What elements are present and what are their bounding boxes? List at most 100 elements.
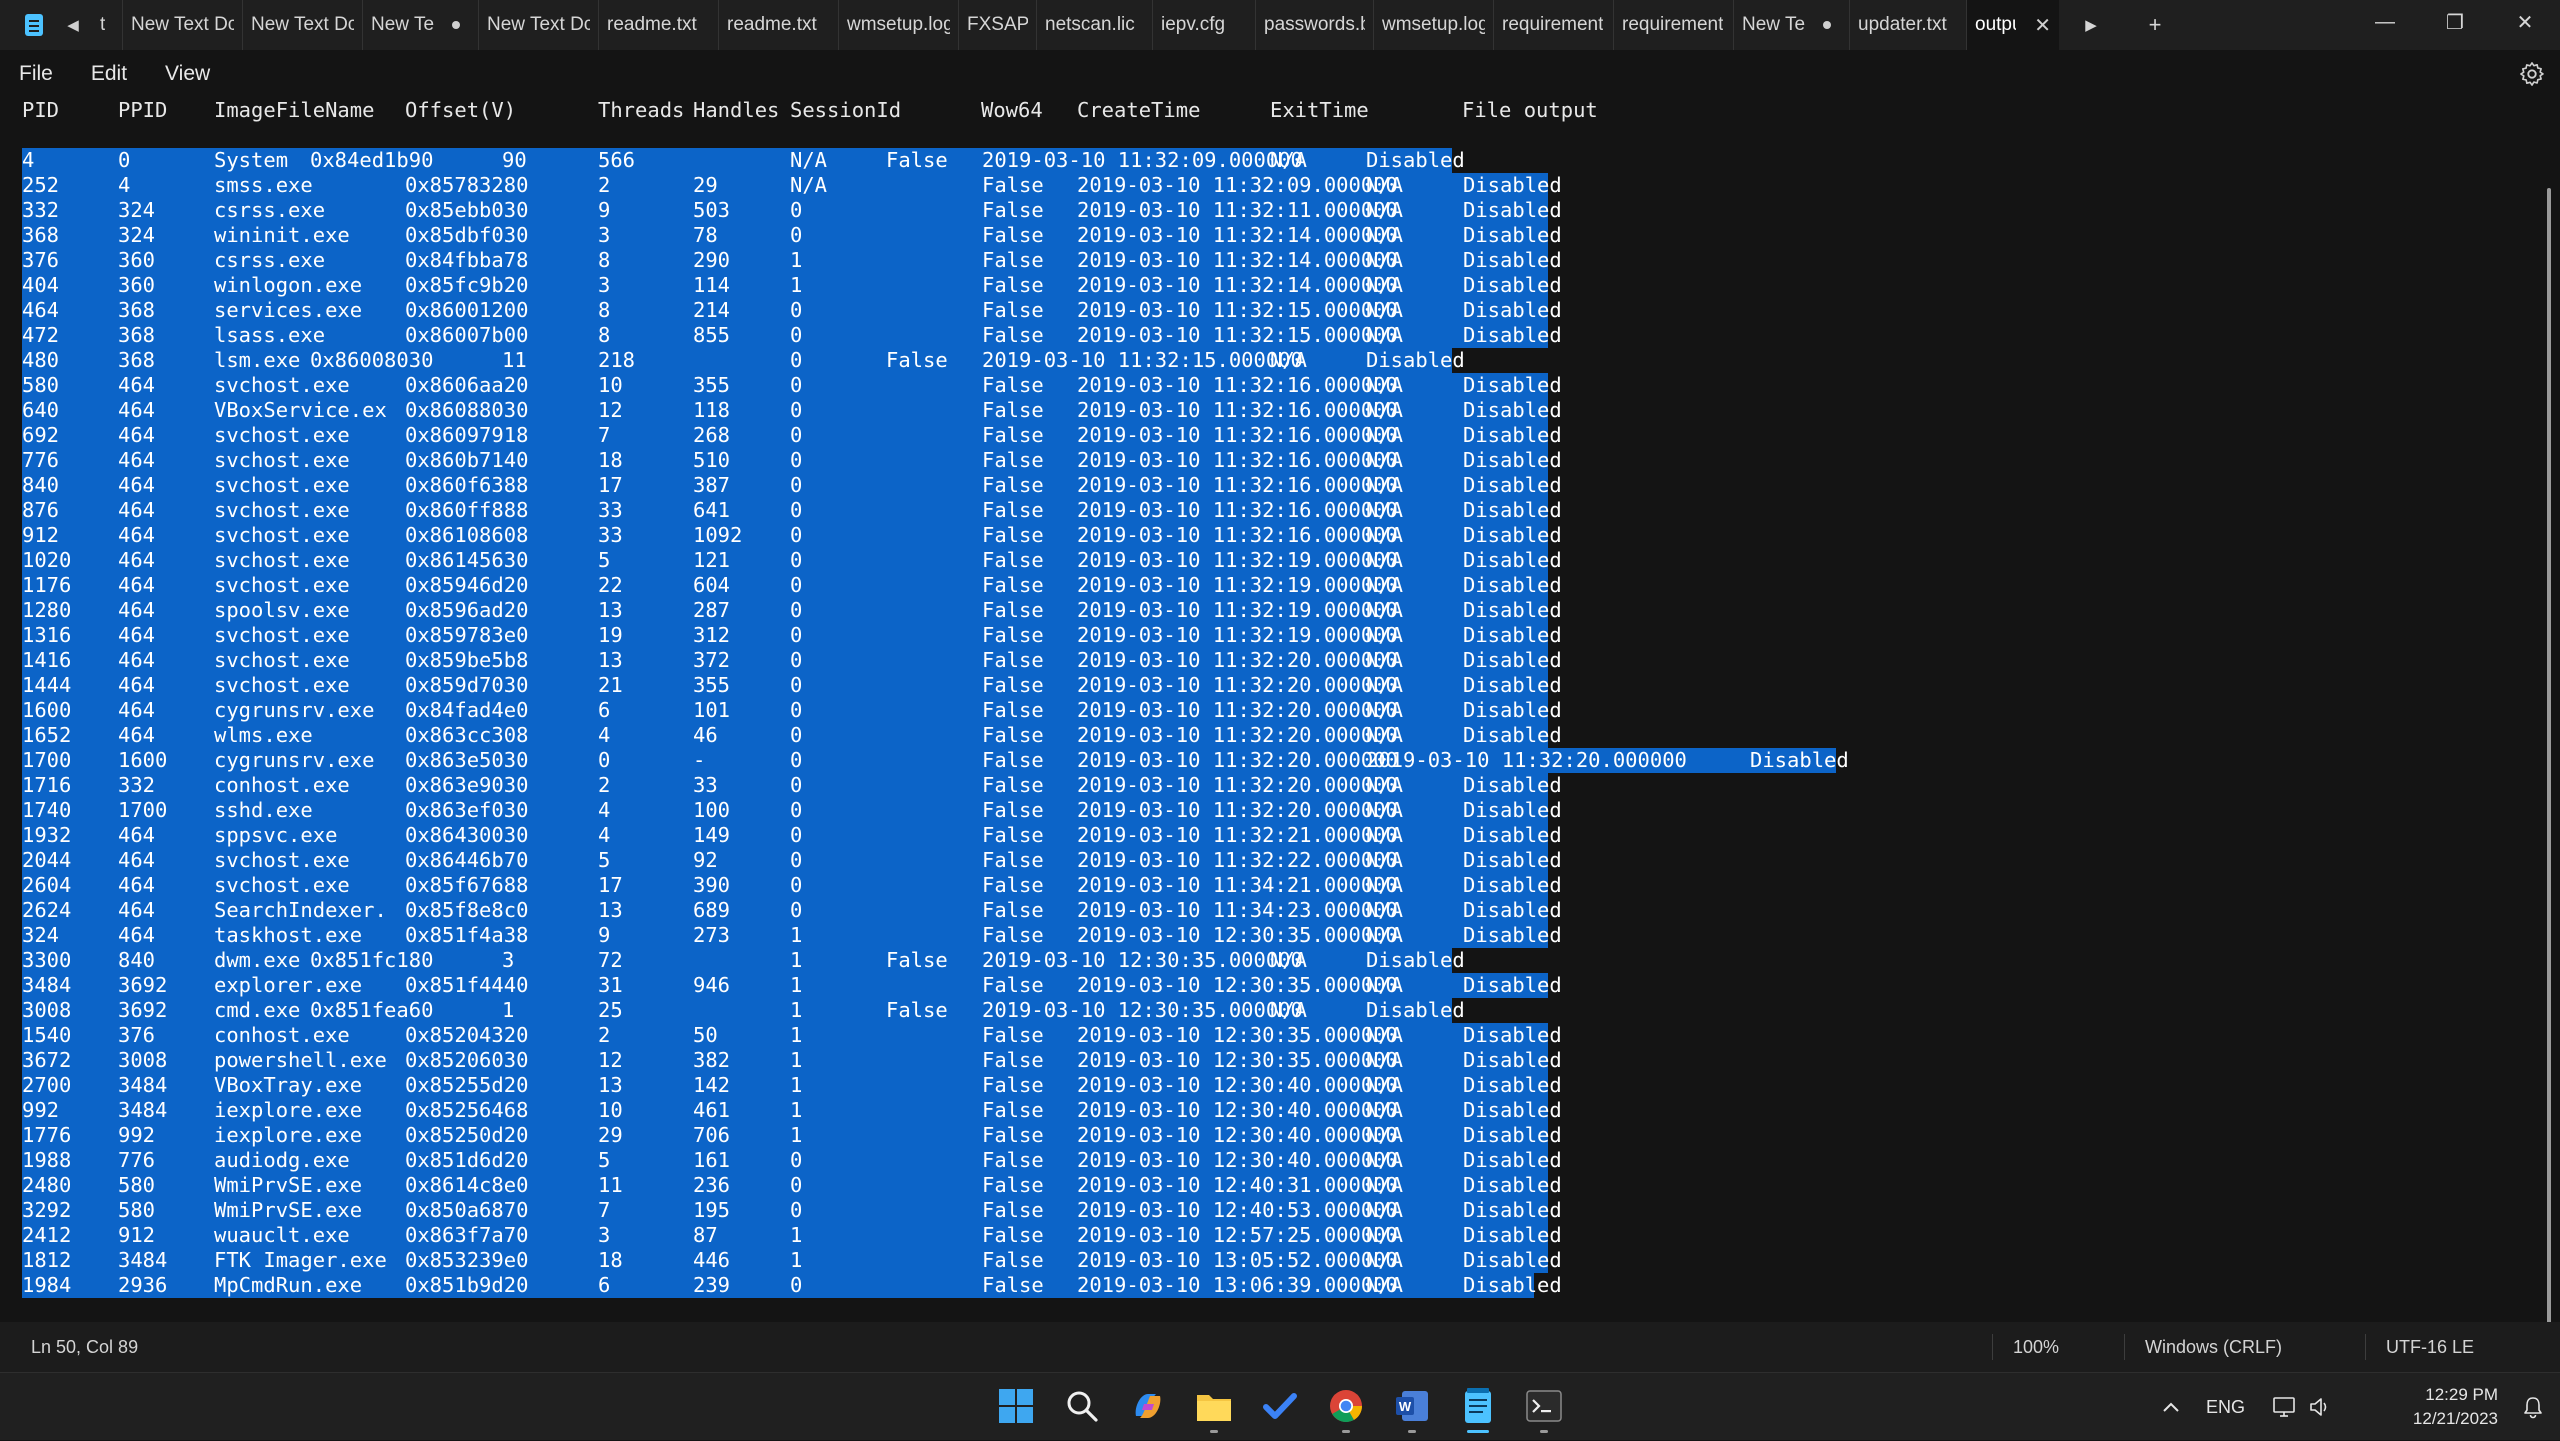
cell-session: 0 (790, 323, 803, 347)
tab[interactable]: wmsetup.log (1374, 0, 1494, 50)
cell-exit: N/A (1366, 1023, 1404, 1047)
cell-offset: 0x860ff888 (405, 498, 529, 522)
tab[interactable]: New Text Dc (123, 0, 243, 50)
cell-threads: 31 (598, 973, 623, 997)
new-tab-button[interactable]: + (2123, 12, 2187, 38)
cell-image: conhost.exe (214, 773, 350, 797)
language-indicator[interactable]: ENG (2206, 1373, 2245, 1441)
cell-wow64: False (982, 1123, 1044, 1147)
chrome-icon[interactable] (1325, 1385, 1367, 1433)
cell-handles: 287 (693, 598, 731, 622)
tab[interactable]: netscan.lic (1037, 0, 1153, 50)
cell-ppid: 3008 (118, 1048, 168, 1072)
cell-session: 0 (790, 848, 803, 872)
minimize-button[interactable]: — (2350, 0, 2420, 44)
cell-pid: 1416 (22, 648, 72, 672)
cell-ppid: 368 (118, 298, 156, 322)
vertical-scrollbar[interactable] (2538, 98, 2560, 1388)
cell-ppid: 464 (118, 898, 156, 922)
close-window-button[interactable]: ✕ (2490, 0, 2560, 44)
cell-threads: 12 (598, 1048, 623, 1072)
cell-wow64: False (982, 848, 1044, 872)
cell-threads: 8 (598, 323, 611, 347)
tab[interactable]: updater.txt (1850, 0, 1967, 50)
cell-ppid: 464 (118, 448, 156, 472)
cell-ppid: 464 (118, 473, 156, 497)
cell-wow64: False (982, 423, 1044, 447)
menu-edit[interactable]: Edit (72, 62, 146, 86)
cell-pid: 332 (22, 198, 60, 222)
zoom-level[interactable]: 100% (2013, 1322, 2059, 1372)
menu-view[interactable]: View (146, 62, 229, 86)
tab[interactable]: t (92, 0, 123, 50)
search-icon[interactable] (1061, 1385, 1103, 1427)
tab[interactable]: New Text Dc (479, 0, 599, 50)
cell-create: 2019-03-10 11:32:14.000000 (1077, 248, 1398, 272)
cell-image: iexplore.exe (214, 1098, 363, 1122)
tab[interactable]: New Te (363, 0, 479, 50)
cell-offset: 0x85946d20 (405, 573, 529, 597)
cell-ppid: 580 (118, 1173, 156, 1197)
settings-gear-icon[interactable] (2518, 60, 2546, 88)
terminal-icon[interactable] (1523, 1385, 1565, 1433)
cell-file: Disabled (1463, 248, 1562, 272)
cell-create: 2019-03-10 11:32:22.000000 (1077, 848, 1398, 872)
volume-icon[interactable] (2308, 1373, 2332, 1441)
tab[interactable]: New Text Dc (243, 0, 363, 50)
maximize-button[interactable]: ❐ (2420, 0, 2490, 44)
text-editor[interactable]: PID PPID ImageFileName Offset(V) Threads… (0, 98, 2538, 1304)
text-line: 3672 3008 powershell.exe 0x85206030 12 382 1 Fa… (0, 1048, 2538, 1073)
cell-image: audiodg.exe (214, 1148, 350, 1172)
text-line: 4 0 System 0x84ed1b90 90 566 N/A False 2019-03-1… (0, 148, 2538, 173)
tab[interactable]: requirement (1494, 0, 1614, 50)
notification-bell-icon[interactable] (2522, 1373, 2544, 1441)
windows-start-icon[interactable] (995, 1385, 1037, 1427)
line-ending[interactable]: Windows (CRLF) (2145, 1322, 2282, 1372)
todo-icon[interactable] (1259, 1385, 1301, 1427)
tab[interactable]: iepv.cfg (1153, 0, 1256, 50)
cell-exit: N/A (1366, 1123, 1404, 1147)
cell-exit: N/A (1366, 398, 1404, 422)
cell-ppid: 580 (118, 1198, 156, 1222)
cell-offset: 0x851f4440 (405, 973, 529, 997)
tab-scroll-left-button[interactable]: ◀ (54, 0, 92, 50)
menu-file[interactable]: File (0, 62, 72, 86)
word-icon[interactable]: W (1391, 1385, 1433, 1433)
cell-create: 2019-03-10 11:32:20.000000 (1077, 773, 1398, 797)
tab[interactable]: passwords.b (1256, 0, 1374, 50)
network-icon[interactable] (2272, 1373, 2296, 1441)
tab[interactable]: readme.txt (599, 0, 719, 50)
copilot-icon[interactable] (1127, 1385, 1169, 1427)
tab-active[interactable]: outpu ✕ (1967, 0, 2059, 50)
cell-file: Disabled (1463, 423, 1562, 447)
notepad-icon[interactable] (1457, 1385, 1499, 1433)
encoding[interactable]: UTF-16 LE (2386, 1322, 2474, 1372)
tab[interactable]: FXSAPIDebu (959, 0, 1037, 50)
cell-offset: 0x859be5b8 (405, 648, 529, 672)
cell-exit: N/A (1366, 923, 1404, 947)
cell-threads: 29 (598, 1123, 623, 1147)
cell-ppid: 840 (118, 948, 156, 972)
cell-create: 2019-03-10 12:30:35.000000 (982, 948, 1303, 972)
tab-scroll-right-button[interactable]: ▶ (2059, 16, 2123, 34)
cell-wow64: False (982, 823, 1044, 847)
header-handles: Handles (693, 98, 780, 122)
tab[interactable]: requirement (1614, 0, 1734, 50)
tab[interactable]: readme.txt (719, 0, 839, 50)
scrollbar-thumb[interactable] (2547, 188, 2551, 1388)
tab[interactable]: New Te (1734, 0, 1850, 50)
cell-threads: 19 (598, 623, 623, 647)
cell-create: 2019-03-10 12:30:40.000000 (1077, 1073, 1398, 1097)
text-line: 580 464 svchost.exe 0x8606aa20 10 355 0 False 20… (0, 373, 2538, 398)
clock[interactable]: 12:29 PM 12/21/2023 (2413, 1383, 2498, 1431)
cell-exit: N/A (1366, 473, 1404, 497)
cell-wow64: False (982, 973, 1044, 997)
close-tab-icon[interactable]: ✕ (2034, 13, 2051, 38)
cell-threads: 18 (598, 1248, 623, 1272)
tray-overflow-chevron-icon[interactable] (2156, 1373, 2186, 1441)
cell-image: FTK Imager.exe (214, 1248, 387, 1272)
cell-threads: 5 (598, 548, 611, 572)
file-explorer-icon[interactable] (1193, 1385, 1235, 1433)
cell-image: svchost.exe (214, 573, 350, 597)
tab[interactable]: wmsetup.log (839, 0, 959, 50)
